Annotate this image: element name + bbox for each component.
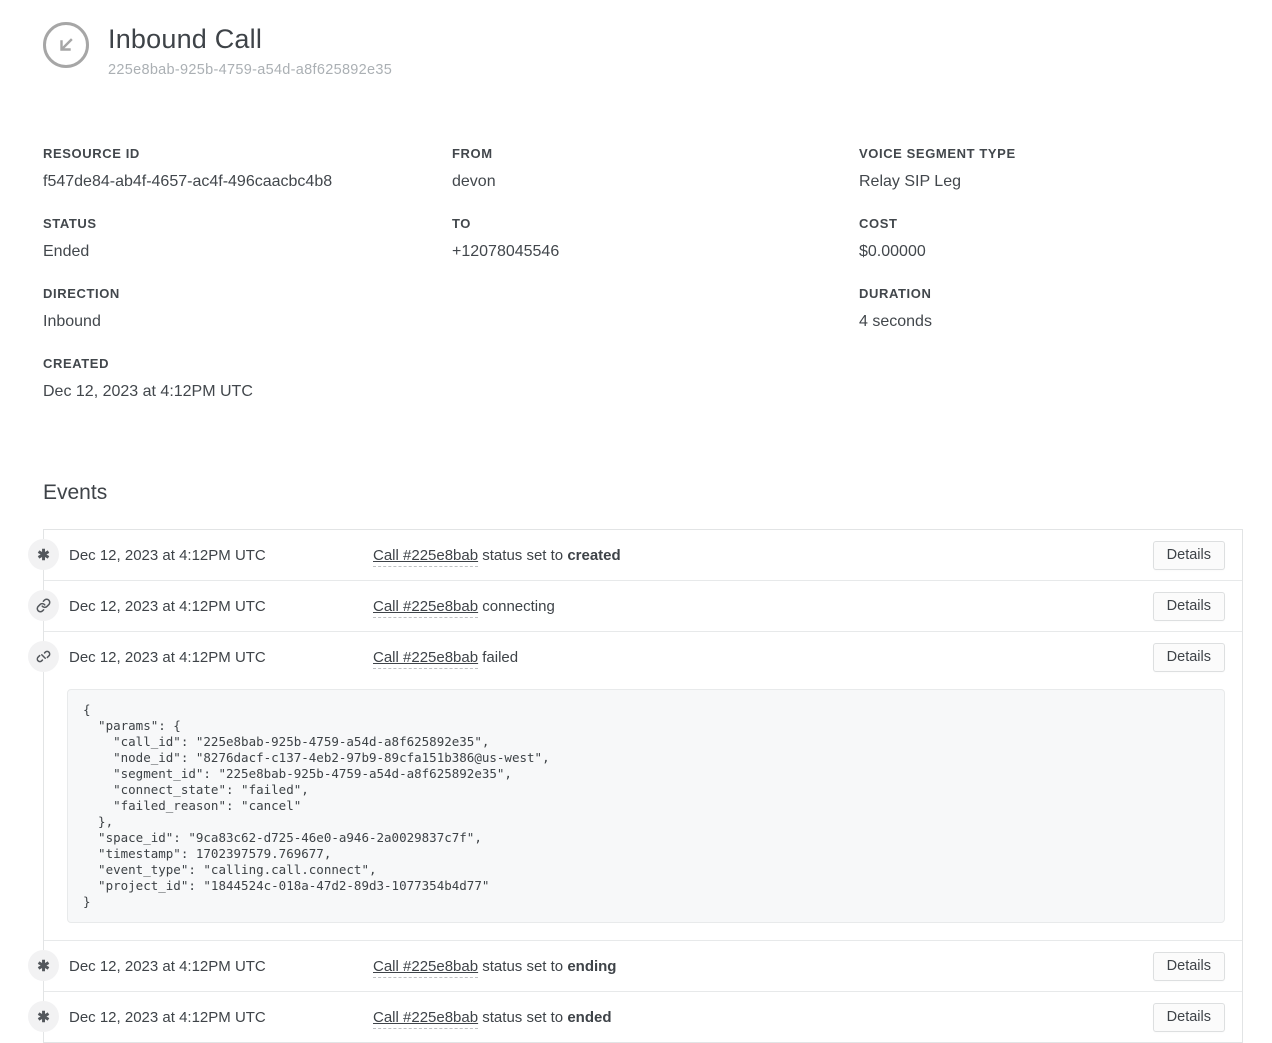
call-link[interactable]: Call #225e8bab — [373, 547, 478, 567]
details-column-2: FROM devon TO +12078045546 — [452, 146, 859, 286]
field-value: f547de84-ab4f-4657-ac4f-496caacbc4b8 — [43, 173, 452, 191]
link-icon — [28, 590, 59, 621]
event-description: Call #225e8bab status set to ending — [373, 958, 1153, 975]
field-status: STATUS Ended — [43, 216, 452, 261]
call-link[interactable]: Call #225e8bab — [373, 649, 478, 669]
field-resource-id: RESOURCE ID f547de84-ab4f-4657-ac4f-496c… — [43, 146, 452, 191]
field-value: Relay SIP Leg — [859, 173, 1243, 191]
details-button[interactable]: Details — [1153, 592, 1225, 621]
event-status-emphasis: created — [567, 547, 620, 564]
field-from: FROM devon — [452, 146, 859, 191]
event-row-failed: Dec 12, 2023 at 4:12PM UTC Call #225e8ba… — [44, 632, 1242, 941]
field-label: VOICE SEGMENT TYPE — [859, 146, 1243, 161]
details-column-3: VOICE SEGMENT TYPE Relay SIP Leg COST $0… — [859, 146, 1243, 356]
field-cost: COST $0.00000 — [859, 216, 1243, 261]
events-heading: Events — [43, 481, 1243, 505]
field-label: CREATED — [43, 356, 452, 371]
field-label: FROM — [452, 146, 859, 161]
call-link[interactable]: Call #225e8bab — [373, 958, 478, 978]
field-value: Inbound — [43, 313, 452, 331]
field-voice-segment-type: VOICE SEGMENT TYPE Relay SIP Leg — [859, 146, 1243, 191]
field-created: CREATED Dec 12, 2023 at 4:12PM UTC — [43, 356, 452, 401]
call-detail-page: Inbound Call 225e8bab-925b-4759-a54d-a8f… — [0, 0, 1272, 1043]
event-text: failed — [478, 649, 518, 666]
event-timestamp: Dec 12, 2023 at 4:12PM UTC — [69, 598, 373, 615]
field-value: $0.00000 — [859, 243, 1243, 261]
details-button[interactable]: Details — [1153, 541, 1225, 570]
page-title: Inbound Call — [108, 24, 392, 55]
field-direction: DIRECTION Inbound — [43, 286, 452, 331]
details-button[interactable]: Details — [1153, 1003, 1225, 1032]
event-description: Call #225e8bab status set to ended — [373, 1009, 1153, 1026]
event-status-emphasis: ending — [567, 958, 616, 975]
page-header: Inbound Call 225e8bab-925b-4759-a54d-a8f… — [43, 22, 1243, 78]
field-label: DIRECTION — [43, 286, 452, 301]
event-row-connecting: Dec 12, 2023 at 4:12PM UTC Call #225e8ba… — [44, 581, 1242, 632]
asterisk-icon: ✱ — [28, 1001, 59, 1032]
event-description: Call #225e8bab status set to created — [373, 547, 1153, 564]
event-payload-json: { "params": { "call_id": "225e8bab-925b-… — [67, 689, 1225, 923]
field-value: 4 seconds — [859, 313, 1243, 331]
event-text: status set to — [478, 958, 567, 975]
field-value: +12078045546 — [452, 243, 859, 261]
field-label: RESOURCE ID — [43, 146, 452, 161]
inbound-call-arrow-icon — [43, 22, 89, 68]
events-table: ✱ Dec 12, 2023 at 4:12PM UTC Call #225e8… — [43, 529, 1243, 1043]
event-text: status set to — [478, 1009, 567, 1026]
details-button[interactable]: Details — [1153, 643, 1225, 672]
broken-link-icon — [28, 641, 59, 672]
call-link[interactable]: Call #225e8bab — [373, 1009, 478, 1029]
details-button[interactable]: Details — [1153, 952, 1225, 981]
field-value: devon — [452, 173, 859, 191]
field-to: TO +12078045546 — [452, 216, 859, 261]
call-uuid: 225e8bab-925b-4759-a54d-a8f625892e35 — [108, 62, 392, 78]
event-timestamp: Dec 12, 2023 at 4:12PM UTC — [69, 1009, 373, 1026]
call-details-grid: RESOURCE ID f547de84-ab4f-4657-ac4f-496c… — [43, 146, 1243, 426]
field-value: Ended — [43, 243, 452, 261]
field-label: TO — [452, 216, 859, 231]
field-label: COST — [859, 216, 1243, 231]
asterisk-icon: ✱ — [28, 950, 59, 981]
event-description: Call #225e8bab connecting — [373, 598, 1153, 615]
event-timestamp: Dec 12, 2023 at 4:12PM UTC — [69, 958, 373, 975]
event-row-ending: ✱ Dec 12, 2023 at 4:12PM UTC Call #225e8… — [44, 941, 1242, 992]
event-status-emphasis: ended — [567, 1009, 611, 1026]
field-duration: DURATION 4 seconds — [859, 286, 1243, 331]
event-text: status set to — [478, 547, 567, 564]
field-label: DURATION — [859, 286, 1243, 301]
asterisk-icon: ✱ — [28, 539, 59, 570]
event-timestamp: Dec 12, 2023 at 4:12PM UTC — [69, 547, 373, 564]
field-label: STATUS — [43, 216, 452, 231]
details-column-1: RESOURCE ID f547de84-ab4f-4657-ac4f-496c… — [43, 146, 452, 426]
field-value: Dec 12, 2023 at 4:12PM UTC — [43, 383, 452, 401]
event-timestamp: Dec 12, 2023 at 4:12PM UTC — [69, 649, 373, 666]
event-row-ended: ✱ Dec 12, 2023 at 4:12PM UTC Call #225e8… — [44, 992, 1242, 1042]
event-row-created: ✱ Dec 12, 2023 at 4:12PM UTC Call #225e8… — [44, 530, 1242, 581]
header-text: Inbound Call 225e8bab-925b-4759-a54d-a8f… — [108, 22, 392, 78]
call-link[interactable]: Call #225e8bab — [373, 598, 478, 618]
event-description: Call #225e8bab failed — [373, 649, 1153, 666]
event-text: connecting — [478, 598, 555, 615]
